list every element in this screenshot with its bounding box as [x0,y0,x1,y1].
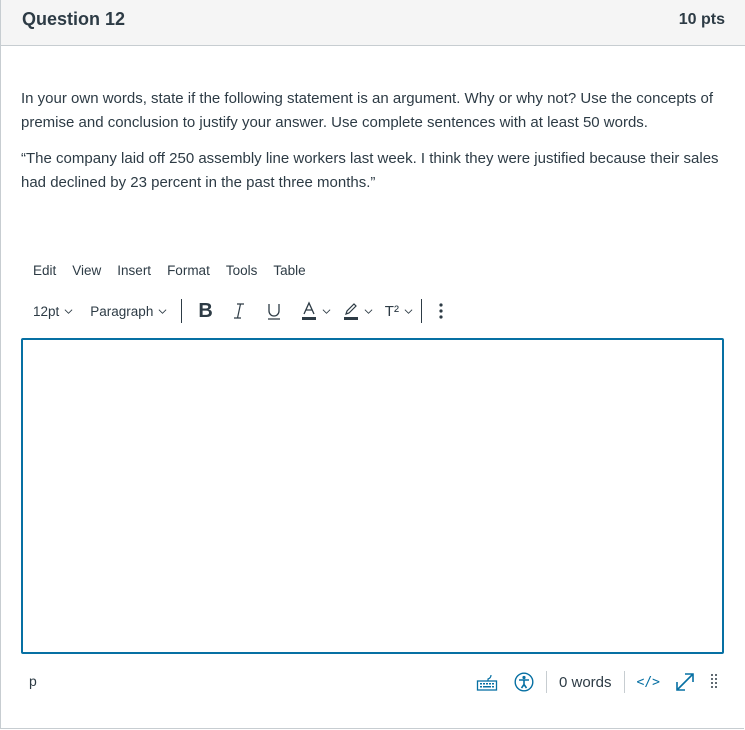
toolbar-divider [420,299,422,323]
statusbar-controls: 0 words </> [476,668,718,696]
element-path[interactable]: p [29,673,37,689]
accessibility-checker-button[interactable] [514,672,534,692]
menu-view[interactable]: View [72,263,101,278]
code-icon: </> [636,674,660,690]
more-options-button[interactable] [438,302,444,320]
chevron-down-icon [64,308,73,314]
bold-icon: B [198,299,213,322]
menu-tools[interactable]: Tools [226,263,258,278]
editor-menubar: Edit View Insert Format Tools Table [33,263,322,278]
highlight-color-button[interactable] [343,301,373,321]
superscript-icon: T² [384,302,399,320]
status-divider [545,671,547,693]
question-header: Question 12 10 pts [1,0,745,46]
status-divider [623,671,625,693]
word-count[interactable]: 0 words [559,674,612,691]
bold-button[interactable]: B [198,300,212,323]
italic-icon [233,303,244,319]
keyboard-shortcuts-button[interactable] [476,673,498,691]
superscript-button[interactable]: T² [385,303,413,320]
underline-button[interactable] [267,302,281,320]
font-size-dropdown[interactable]: 12pt [33,304,73,319]
prompt-text: In your own words, state if the followin… [21,90,714,131]
underline-icon [267,304,280,320]
chevron-down-icon [322,308,331,314]
chevron-down-icon [158,308,167,314]
chevron-down-icon [404,308,413,314]
menu-table[interactable]: Table [273,263,305,278]
prompt-quote: “The company laid off 250 assembly line … [21,150,719,191]
block-format-dropdown[interactable]: Paragraph [90,304,167,319]
editor-toolbar: 12pt Paragraph B T² [33,297,444,325]
text-color-button[interactable] [301,301,331,321]
menu-insert[interactable]: Insert [117,263,151,278]
more-vertical-icon [439,303,443,319]
menu-format[interactable]: Format [167,263,210,278]
accessibility-icon [514,672,534,692]
italic-button[interactable] [233,302,245,320]
question-points: 10 pts [678,11,725,28]
answer-editor[interactable] [21,338,724,654]
fullscreen-button[interactable] [674,671,696,693]
question-prompt: In your own words, state if the followin… [21,87,726,207]
highlighter-icon [343,303,358,320]
resize-handle[interactable] [710,673,718,691]
html-editor-toggle[interactable]: </> [637,675,660,690]
toolbar-divider [181,299,183,323]
question-title: Question 12 [22,9,126,29]
text-color-icon [301,301,316,320]
menu-edit[interactable]: Edit [33,263,56,278]
chevron-down-icon [364,308,373,314]
drag-handle-icon [711,674,717,688]
keyboard-icon [476,674,498,691]
editor-statusbar: p 0 words </> [21,668,724,696]
font-size-value: 12pt [33,303,60,319]
expand-icon [676,673,694,691]
block-format-value: Paragraph [90,303,154,319]
